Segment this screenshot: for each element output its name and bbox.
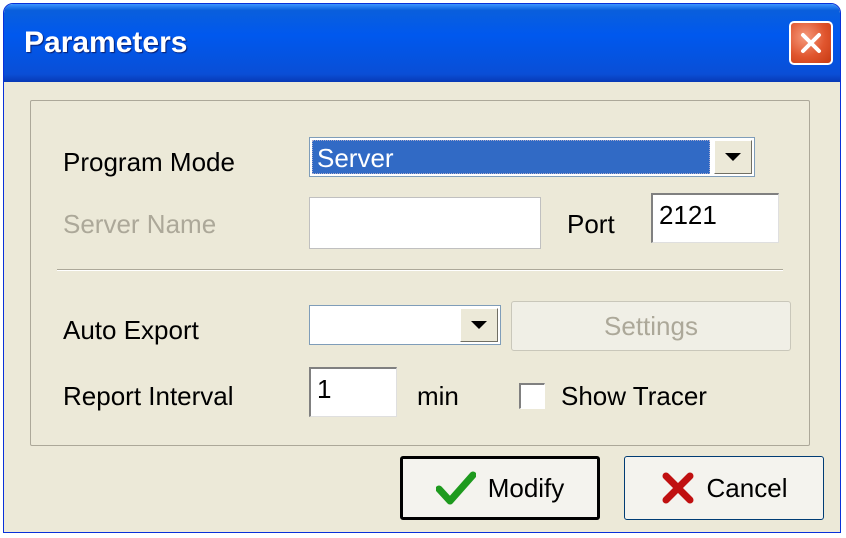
auto-export-select[interactable]: [309, 305, 501, 345]
chevron-down-icon: [725, 153, 741, 161]
section-divider: [57, 269, 783, 271]
report-interval-field[interactable]: 1: [309, 367, 397, 417]
report-interval-label: Report Interval: [63, 381, 234, 411]
modify-button-label: Modify: [487, 472, 565, 503]
chevron-down-icon: [471, 321, 487, 329]
report-interval-unit: min: [417, 381, 459, 411]
settings-panel: Program Mode Server Server Name Port 212…: [30, 100, 810, 446]
settings-button-label: Settings: [604, 310, 698, 341]
modify-button[interactable]: Modify: [400, 456, 600, 520]
cancel-x-icon: [662, 472, 694, 504]
program-mode-dropdown-button[interactable]: [714, 140, 752, 174]
program-mode-value: Server: [312, 140, 710, 174]
parameters-dialog: Parameters Program Mode Server Server Na…: [3, 3, 841, 533]
server-name-field[interactable]: [309, 197, 541, 249]
port-label: Port: [567, 209, 615, 239]
window-title: Parameters: [24, 26, 188, 59]
auto-export-dropdown-button[interactable]: [460, 308, 498, 342]
checkmark-icon: [435, 471, 476, 505]
auto-export-label: Auto Export: [63, 315, 199, 345]
server-name-label: Server Name: [63, 209, 217, 239]
cancel-button[interactable]: Cancel: [624, 456, 824, 520]
close-icon: [801, 33, 821, 53]
show-tracer-checkbox[interactable]: [519, 383, 545, 409]
program-mode-label: Program Mode: [63, 147, 235, 177]
cancel-button-label: Cancel: [706, 472, 788, 503]
show-tracer-label[interactable]: Show Tracer: [561, 381, 707, 412]
title-bar[interactable]: Parameters: [4, 4, 840, 82]
program-mode-select[interactable]: Server: [309, 137, 755, 177]
close-button[interactable]: [789, 21, 833, 65]
port-field[interactable]: 2121: [651, 193, 779, 243]
auto-export-value: [312, 308, 456, 342]
settings-button[interactable]: Settings: [511, 301, 791, 351]
